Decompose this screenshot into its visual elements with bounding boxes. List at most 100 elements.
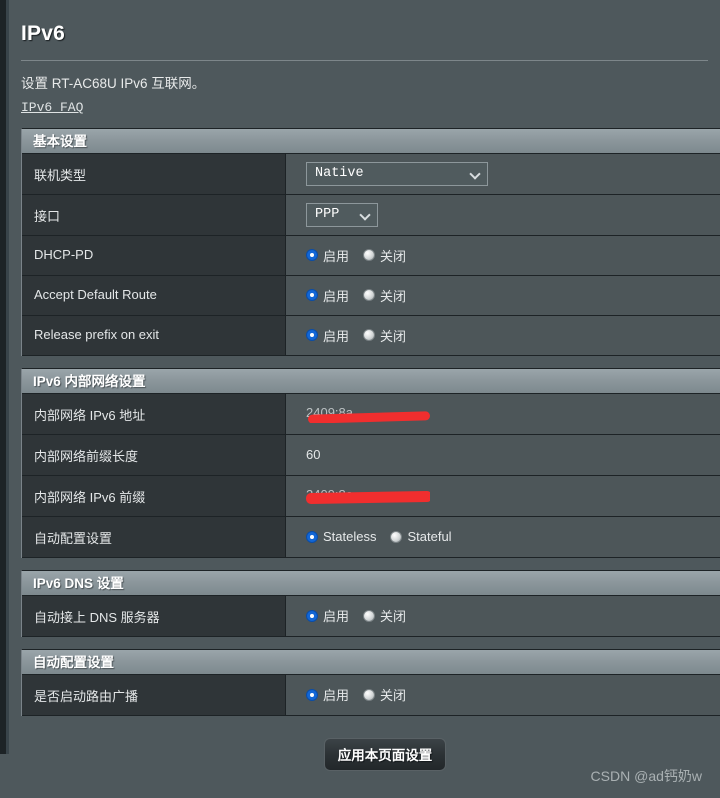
radio-label: 启用 bbox=[323, 288, 350, 304]
radio-enable[interactable]: 启用 bbox=[306, 246, 349, 265]
radio-stateful[interactable]: Stateful bbox=[390, 529, 452, 545]
radio-unselected-icon bbox=[363, 249, 376, 262]
settings-row: 自动配置设置 Stateless Stateful bbox=[22, 516, 720, 558]
radio-unselected-icon bbox=[363, 609, 376, 622]
radio-selected-icon bbox=[306, 289, 318, 302]
settings-section-row: 自动配置设置 是否启动路由广播 启用 关闭 bbox=[21, 648, 720, 716]
chevron-down-icon bbox=[361, 210, 371, 220]
radio-unselected-icon bbox=[363, 329, 376, 342]
redacted-value-ipv6: 2409:8a... bbox=[306, 487, 430, 505]
radio-disable[interactable]: 关闭 bbox=[363, 606, 406, 625]
radio-selected-icon bbox=[306, 249, 318, 262]
settings-row: 内部网络前缀长度 60 bbox=[22, 434, 720, 476]
row-label-dns: 自动接上 DNS 服务器 bbox=[22, 595, 286, 636]
radio-group-dhcp-pd: 启用 关闭 bbox=[306, 246, 420, 265]
select-row[interactable]: PPP bbox=[306, 202, 378, 227]
settings-row: 是否启动路由广播 启用 关闭 bbox=[22, 674, 720, 716]
radio-selected-icon bbox=[306, 329, 318, 342]
radio-label: 启用 bbox=[323, 328, 350, 344]
row-label-row: 接口 bbox=[22, 194, 286, 235]
settings-row: DHCP-PD 启用 关闭 bbox=[22, 235, 720, 276]
select-value: PPP bbox=[315, 207, 340, 223]
settings-row: 内部网络 IPv6 前缀 2409:8a... bbox=[22, 475, 720, 517]
row-label-row: 自动配置设置 bbox=[22, 516, 286, 557]
radio-selected-icon bbox=[306, 688, 318, 701]
apply-settings-button[interactable]: 应用本页面设置 bbox=[324, 737, 446, 771]
page-description: 设置 RT-AC68U IPv6 互联网。 bbox=[21, 76, 206, 91]
row-label-row: 是否启动路由广播 bbox=[22, 674, 286, 715]
row-value: 启用 关闭 bbox=[286, 315, 720, 355]
radio-label: 关闭 bbox=[380, 328, 407, 344]
row-value: 启用 关闭 bbox=[286, 275, 720, 315]
row-label-ipv6: 内部网络 IPv6 地址 bbox=[22, 393, 286, 434]
row-label-dhcp-pd: DHCP-PD bbox=[22, 235, 286, 275]
radio-stateless[interactable]: Stateless bbox=[306, 529, 376, 544]
radio-enable[interactable]: 启用 bbox=[306, 685, 349, 704]
radio-enable[interactable]: 启用 bbox=[306, 606, 349, 625]
radio-group-row: Stateless Stateful bbox=[306, 529, 466, 544]
section-header: IPv6 DNS 设置 bbox=[22, 570, 720, 596]
settings-row: 接口 PPP bbox=[22, 194, 720, 236]
select-row[interactable]: Native bbox=[306, 161, 488, 186]
row-value: 启用 关闭 bbox=[286, 595, 720, 636]
radio-unselected-icon bbox=[363, 688, 376, 701]
section-header: IPv6 内部网络设置 bbox=[22, 368, 720, 394]
radio-disable[interactable]: 关闭 bbox=[363, 326, 406, 345]
row-value: Native bbox=[286, 153, 720, 194]
radio-label: 关闭 bbox=[380, 688, 407, 704]
radio-enable[interactable]: 启用 bbox=[306, 286, 349, 305]
radio-group-row: 启用 关闭 bbox=[306, 685, 420, 704]
row-value: PPP bbox=[286, 194, 720, 235]
settings-sections: 基本设置 联机类型 Native 接口 PPP DHCP-PD 启用 关闭 Accept Def… bbox=[9, 127, 720, 716]
section-header: 自动配置设置 bbox=[22, 649, 720, 675]
settings-row: 联机类型 Native bbox=[22, 153, 720, 195]
settings-section-ipv6-dns: IPv6 DNS 设置 自动接上 DNS 服务器 启用 关闭 bbox=[21, 569, 720, 637]
radio-label: 启用 bbox=[323, 248, 350, 264]
radio-selected-icon bbox=[306, 530, 318, 543]
redaction-scribble bbox=[306, 490, 430, 504]
radio-disable[interactable]: 关闭 bbox=[363, 685, 406, 704]
value-text: 60 bbox=[306, 447, 321, 463]
chevron-down-icon bbox=[471, 169, 481, 179]
row-value: 启用 关闭 bbox=[286, 674, 720, 715]
settings-section-row: 基本设置 联机类型 Native 接口 PPP DHCP-PD 启用 关闭 Accept Def… bbox=[21, 127, 720, 356]
radio-disable[interactable]: 关闭 bbox=[363, 286, 406, 305]
radio-group-accept-default-route: 启用 关闭 bbox=[306, 286, 420, 305]
row-value: 2409:8a... bbox=[286, 393, 720, 434]
redacted-value-ipv6: 2409:8a... bbox=[306, 405, 430, 423]
ipv6-faq-link[interactable]: IPv6 FAQ bbox=[21, 100, 83, 115]
row-value: 启用 关闭 bbox=[286, 235, 720, 275]
radio-label: 启用 bbox=[323, 609, 350, 625]
row-label-ipv6: 内部网络 IPv6 前缀 bbox=[22, 475, 286, 516]
row-value: 60 bbox=[286, 434, 720, 475]
radio-label: 启用 bbox=[323, 688, 350, 704]
row-label-release-prefix-on-exit: Release prefix on exit bbox=[22, 315, 286, 355]
section-header: 基本设置 bbox=[22, 128, 720, 154]
row-value: Stateless Stateful bbox=[286, 516, 720, 557]
radio-label: 关闭 bbox=[380, 609, 407, 625]
page-content: IPv6 设置 RT-AC68U IPv6 互联网。 IPv6 FAQ 基本设置… bbox=[9, 0, 720, 784]
radio-label: 关闭 bbox=[380, 288, 407, 304]
radio-label: Stateless bbox=[323, 529, 377, 545]
radio-selected-icon bbox=[306, 609, 318, 622]
row-value: 2409:8a... bbox=[286, 475, 720, 516]
radio-label: Stateful bbox=[407, 529, 452, 545]
settings-row: 自动接上 DNS 服务器 启用 关闭 bbox=[22, 595, 720, 637]
select-value: Native bbox=[315, 166, 364, 182]
radio-enable[interactable]: 启用 bbox=[306, 326, 349, 345]
csdn-watermark: CSDN @ad钙奶w bbox=[590, 767, 702, 784]
radio-unselected-icon bbox=[363, 289, 376, 302]
settings-row: Release prefix on exit 启用 关闭 bbox=[22, 315, 720, 356]
radio-group-dns: 启用 关闭 bbox=[306, 606, 420, 625]
radio-label: 关闭 bbox=[380, 248, 407, 264]
row-label-accept-default-route: Accept Default Route bbox=[22, 275, 286, 315]
row-label-row: 内部网络前缀长度 bbox=[22, 434, 286, 475]
row-label-row: 联机类型 bbox=[22, 153, 286, 194]
settings-section-ipv6: IPv6 内部网络设置 内部网络 IPv6 地址 2409:8a... 内部网络前缀长… bbox=[21, 367, 720, 558]
radio-group-release-prefix-on-exit: 启用 关闭 bbox=[306, 326, 420, 345]
settings-row: Accept Default Route 启用 关闭 bbox=[22, 275, 720, 316]
page-title: IPv6 bbox=[21, 22, 65, 45]
settings-row: 内部网络 IPv6 地址 2409:8a... bbox=[22, 393, 720, 435]
page-footer: 应用本页面设置 CSDN @ad钙奶w bbox=[9, 737, 720, 798]
radio-disable[interactable]: 关闭 bbox=[363, 246, 406, 265]
